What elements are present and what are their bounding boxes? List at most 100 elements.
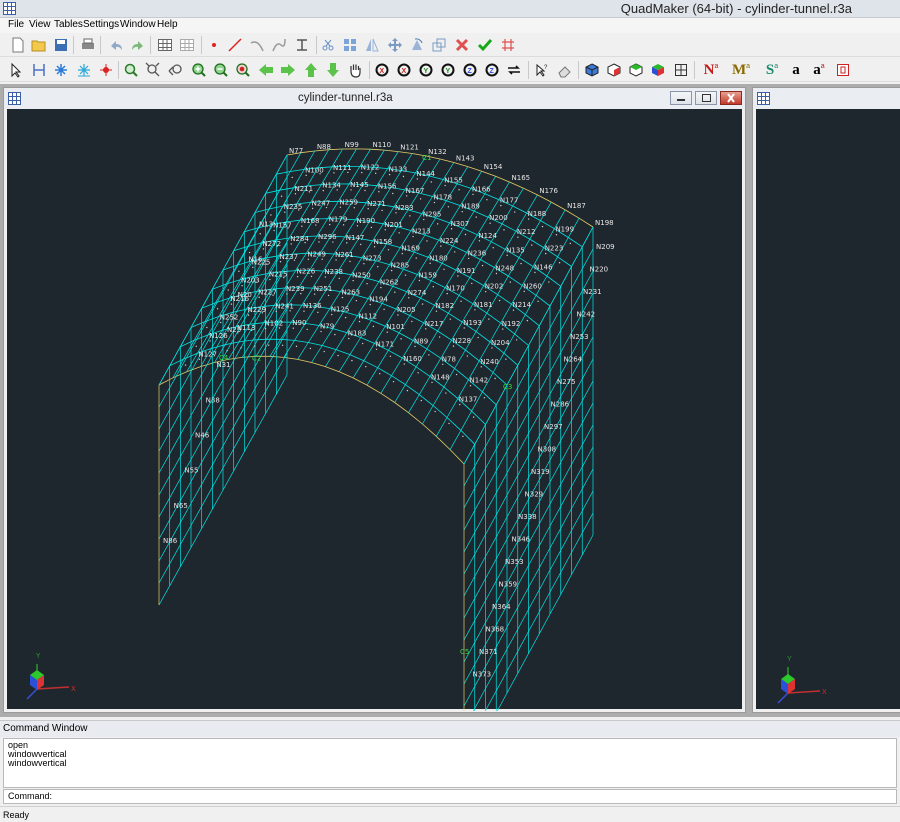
open-folder-icon[interactable] bbox=[29, 35, 49, 55]
eraser-icon[interactable] bbox=[555, 60, 575, 80]
node-label: N319 bbox=[531, 468, 550, 476]
model-window[interactable]: cylinder-tunnel.r3a N77 N88 N99 N110 N121 N13… bbox=[3, 87, 746, 773]
arrow-left-icon[interactable] bbox=[256, 60, 276, 80]
model-viewport[interactable]: N77 N88 N99 N110 N121 N132 N143 N154 N165 N176 N18… bbox=[7, 109, 744, 773]
node-label: N165 bbox=[512, 174, 531, 182]
element-dot bbox=[383, 308, 385, 311]
tunnel-mesh[interactable]: N77N88 N99 N110 N121N132N143N154N165N176N18… bbox=[7, 109, 744, 773]
menu-file[interactable]: File bbox=[8, 19, 24, 30]
swap-icon[interactable] bbox=[504, 60, 524, 80]
zoom-fit-icon[interactable] bbox=[143, 60, 163, 80]
mirror-icon[interactable] bbox=[362, 35, 382, 55]
label-s-icon[interactable]: Sa bbox=[760, 60, 784, 80]
arrow-up-icon[interactable] bbox=[301, 60, 321, 80]
redo-icon[interactable] bbox=[128, 35, 148, 55]
undo-icon[interactable] bbox=[106, 35, 126, 55]
node-label: N236 bbox=[468, 249, 487, 257]
rotate-y-neg-icon[interactable]: Y bbox=[438, 60, 458, 80]
check-icon[interactable] bbox=[475, 35, 495, 55]
element-dot bbox=[431, 381, 433, 384]
arrow-down-icon[interactable] bbox=[323, 60, 343, 80]
new-file-icon[interactable] bbox=[8, 35, 28, 55]
element-dot bbox=[489, 222, 491, 224]
node-label: N261 bbox=[335, 251, 354, 259]
draw-beam-icon[interactable] bbox=[292, 35, 312, 55]
minimize-button[interactable] bbox=[670, 91, 692, 105]
model-window-titlebar[interactable]: cylinder-tunnel.r3a bbox=[4, 88, 745, 109]
node-label: N100 bbox=[305, 166, 324, 174]
table-icon[interactable] bbox=[155, 35, 175, 55]
draw-arc-icon[interactable] bbox=[247, 35, 267, 55]
font-a-icon[interactable]: a bbox=[786, 60, 806, 80]
draw-node-icon[interactable] bbox=[204, 35, 224, 55]
snap-star-2-icon[interactable] bbox=[74, 60, 94, 80]
node-label: N122 bbox=[361, 164, 380, 172]
element-dot bbox=[280, 195, 283, 197]
node-label: N275 bbox=[557, 378, 576, 386]
second-viewport[interactable]: Y X bbox=[756, 109, 900, 709]
menu-tables[interactable]: Tables bbox=[54, 19, 83, 30]
view-iso-2-icon[interactable] bbox=[604, 60, 624, 80]
arrow-right-icon[interactable] bbox=[278, 60, 298, 80]
delete-x-icon[interactable] bbox=[452, 35, 472, 55]
view-color-icon[interactable] bbox=[648, 60, 668, 80]
view-iso-1-icon[interactable] bbox=[582, 60, 602, 80]
snap-gear-icon[interactable] bbox=[96, 60, 116, 80]
view-iso-3-icon[interactable] bbox=[626, 60, 646, 80]
label-n-icon[interactable]: Na bbox=[698, 60, 724, 80]
element-dot bbox=[558, 262, 561, 264]
zoom-out-icon[interactable] bbox=[211, 60, 231, 80]
element-dot bbox=[478, 240, 481, 242]
command-output[interactable]: open windowvertical windowvertical bbox=[3, 738, 897, 788]
select-help-icon[interactable]: ? bbox=[532, 60, 552, 80]
second-window-titlebar[interactable] bbox=[753, 88, 900, 109]
rotate-icon[interactable] bbox=[407, 35, 427, 55]
draw-line-icon[interactable] bbox=[225, 35, 245, 55]
element-dot bbox=[356, 225, 359, 227]
close-button[interactable] bbox=[720, 91, 742, 105]
element-dot bbox=[348, 337, 350, 340]
rotate-y-icon[interactable]: Y bbox=[416, 60, 436, 80]
save-icon[interactable] bbox=[51, 35, 71, 55]
hash-grid-icon[interactable] bbox=[498, 35, 518, 55]
menu-settings[interactable]: Settings bbox=[83, 19, 119, 30]
zoom-reset-icon[interactable] bbox=[233, 60, 253, 80]
second-window[interactable]: Y X bbox=[752, 87, 900, 713]
cut-icon[interactable] bbox=[318, 35, 338, 55]
table-2-icon[interactable] bbox=[177, 35, 197, 55]
node-label: N194 bbox=[369, 296, 388, 304]
rotate-z-neg-icon[interactable]: Z bbox=[482, 60, 502, 80]
draw-curve-icon[interactable] bbox=[269, 35, 289, 55]
zoom-window-icon[interactable] bbox=[121, 60, 141, 80]
zoom-in-icon[interactable] bbox=[189, 60, 209, 80]
element-dot bbox=[321, 258, 323, 260]
zoom-previous-icon[interactable] bbox=[166, 60, 186, 80]
node-label: N226 bbox=[297, 268, 316, 276]
print-icon[interactable] bbox=[78, 35, 98, 55]
scale-icon[interactable] bbox=[429, 35, 449, 55]
menu-help[interactable]: Help bbox=[157, 19, 178, 30]
menu-view[interactable]: View bbox=[29, 19, 51, 30]
dimension-icon[interactable] bbox=[29, 60, 49, 80]
move-icon[interactable] bbox=[385, 35, 405, 55]
menu-window[interactable]: Window bbox=[120, 19, 156, 30]
stop-icon[interactable] bbox=[833, 60, 853, 80]
maximize-button[interactable] bbox=[695, 91, 717, 105]
rotate-z-icon[interactable]: Z bbox=[460, 60, 480, 80]
node-label: N192 bbox=[502, 320, 521, 328]
element-dot bbox=[292, 327, 295, 329]
command-input[interactable]: Command: bbox=[3, 789, 897, 804]
rotate-x-icon[interactable]: X bbox=[372, 60, 392, 80]
label-m-icon[interactable]: Ma bbox=[728, 60, 754, 80]
snap-star-icon[interactable] bbox=[51, 60, 71, 80]
rotate-x-neg-icon[interactable]: X bbox=[394, 60, 414, 80]
pan-hand-icon[interactable] bbox=[345, 60, 365, 80]
font-a2-icon[interactable]: aa bbox=[809, 60, 829, 80]
element-dot bbox=[323, 350, 325, 353]
element-dot bbox=[480, 366, 482, 368]
select-arrow-icon[interactable] bbox=[6, 60, 26, 80]
node-label: N125 bbox=[331, 306, 350, 314]
view-grid-icon[interactable] bbox=[671, 60, 691, 80]
array-icon[interactable] bbox=[340, 35, 360, 55]
element-dot bbox=[505, 358, 507, 360]
